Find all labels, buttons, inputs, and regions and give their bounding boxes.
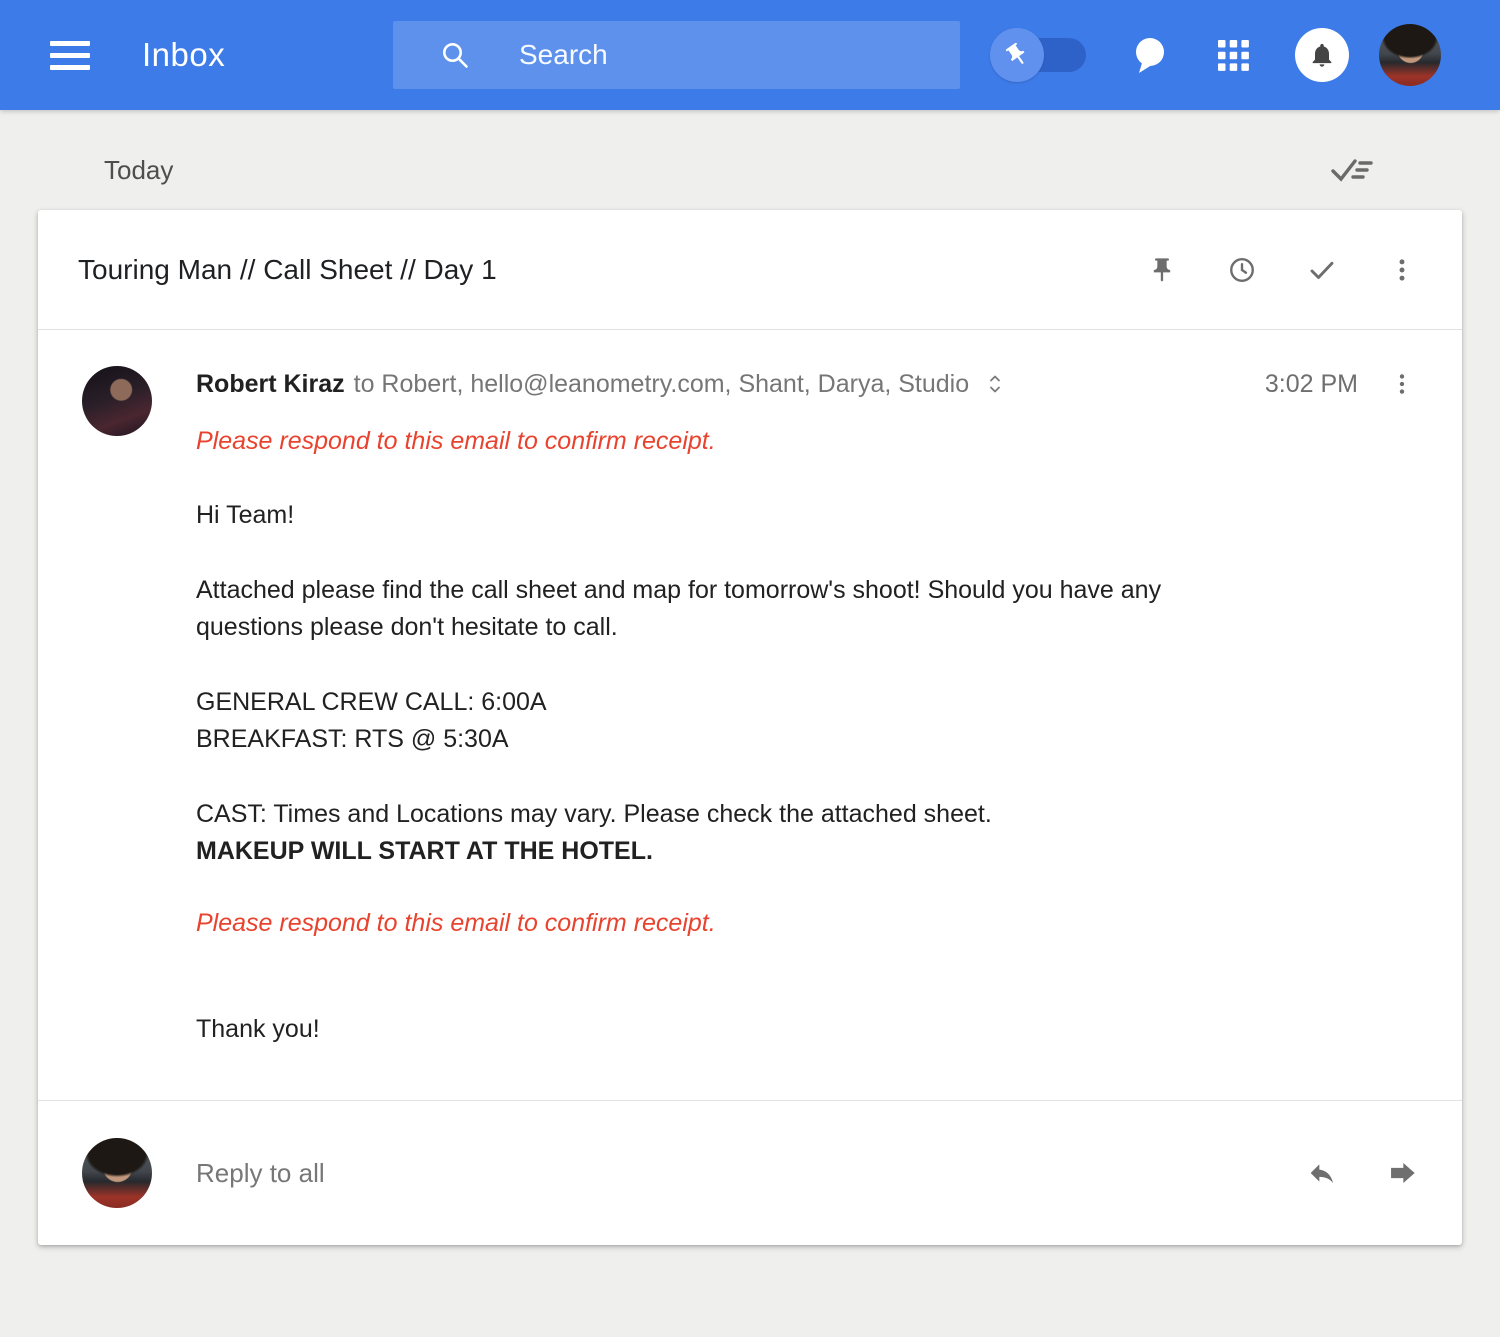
section-label-today: Today bbox=[104, 155, 173, 186]
overflow-menu-icon[interactable] bbox=[1382, 250, 1422, 290]
confirm-receipt-note: Please respond to this email to confirm … bbox=[196, 426, 1422, 457]
email-header-row[interactable]: Touring Man // Call Sheet // Day 1 bbox=[38, 210, 1462, 329]
pin-icon[interactable] bbox=[1142, 250, 1182, 290]
search-input[interactable] bbox=[517, 38, 917, 72]
email-body: Hi Team! Attached please find the call s… bbox=[196, 497, 1206, 870]
notifications-button[interactable] bbox=[1295, 28, 1349, 82]
sender-avatar[interactable] bbox=[82, 366, 152, 436]
mark-done-check-icon[interactable] bbox=[1302, 250, 1342, 290]
body-makeup: MAKEUP WILL START AT THE HOTEL. bbox=[196, 837, 653, 865]
search-icon bbox=[439, 39, 471, 71]
hamburger-menu-icon[interactable] bbox=[50, 41, 90, 70]
email-subject: Touring Man // Call Sheet // Day 1 bbox=[78, 254, 1142, 286]
chat-bubble-icon[interactable] bbox=[1128, 33, 1172, 77]
pin-toggle[interactable] bbox=[990, 28, 1092, 82]
account-avatar[interactable] bbox=[1379, 24, 1441, 86]
page-title: Inbox bbox=[142, 0, 225, 110]
sweep-done-icon[interactable] bbox=[1324, 146, 1380, 194]
message-meta-row: Robert Kiraz to Robert, hello@leanometry… bbox=[196, 364, 1422, 404]
body-schedule-block: GENERAL CREW CALL: 6:00A BREAKFAST: RTS … bbox=[196, 684, 1206, 758]
body-breakfast: BREAKFAST: RTS @ 5:30A bbox=[196, 725, 509, 753]
body-crew-call: GENERAL CREW CALL: 6:00A bbox=[196, 688, 547, 716]
body-paragraph: Attached please find the call sheet and … bbox=[196, 572, 1206, 646]
snooze-clock-icon[interactable] bbox=[1222, 250, 1262, 290]
message-timestamp: 3:02 PM bbox=[1265, 368, 1382, 400]
reply-placeholder: Reply to all bbox=[196, 1158, 325, 1189]
top-app-bar: Inbox bbox=[0, 0, 1500, 110]
pin-toggle-knob bbox=[990, 28, 1044, 82]
email-card: Touring Man // Call Sheet // Day 1 bbox=[38, 210, 1462, 1245]
body-closing: Thank you! bbox=[196, 1011, 1206, 1048]
bell-icon bbox=[1308, 41, 1336, 69]
apps-grid-icon[interactable] bbox=[1211, 33, 1255, 77]
body-greeting: Hi Team! bbox=[196, 497, 1206, 534]
user-avatar bbox=[82, 1138, 152, 1208]
message-overflow-icon[interactable] bbox=[1382, 364, 1422, 404]
body-cast-block: CAST: Times and Locations may vary. Plea… bbox=[196, 796, 1206, 870]
message-body-section: Robert Kiraz to Robert, hello@leanometry… bbox=[38, 330, 1462, 1100]
reply-arrow-icon[interactable] bbox=[1302, 1153, 1342, 1193]
sender-name: Robert Kiraz bbox=[196, 368, 345, 400]
search-bar[interactable] bbox=[393, 21, 960, 89]
pushpin-icon bbox=[999, 37, 1035, 73]
email-body-closing: Thank you! bbox=[196, 1011, 1206, 1048]
confirm-receipt-note-2: Please respond to this email to confirm … bbox=[196, 908, 1422, 939]
reply-to-all-field[interactable]: Reply to all bbox=[38, 1100, 1462, 1245]
recipients-list: to Robert, hello@leanometry.com, Shant, … bbox=[354, 368, 970, 400]
body-cast: CAST: Times and Locations may vary. Plea… bbox=[196, 800, 992, 828]
forward-arrow-icon[interactable] bbox=[1382, 1153, 1422, 1193]
expand-recipients-icon[interactable] bbox=[985, 372, 1005, 396]
